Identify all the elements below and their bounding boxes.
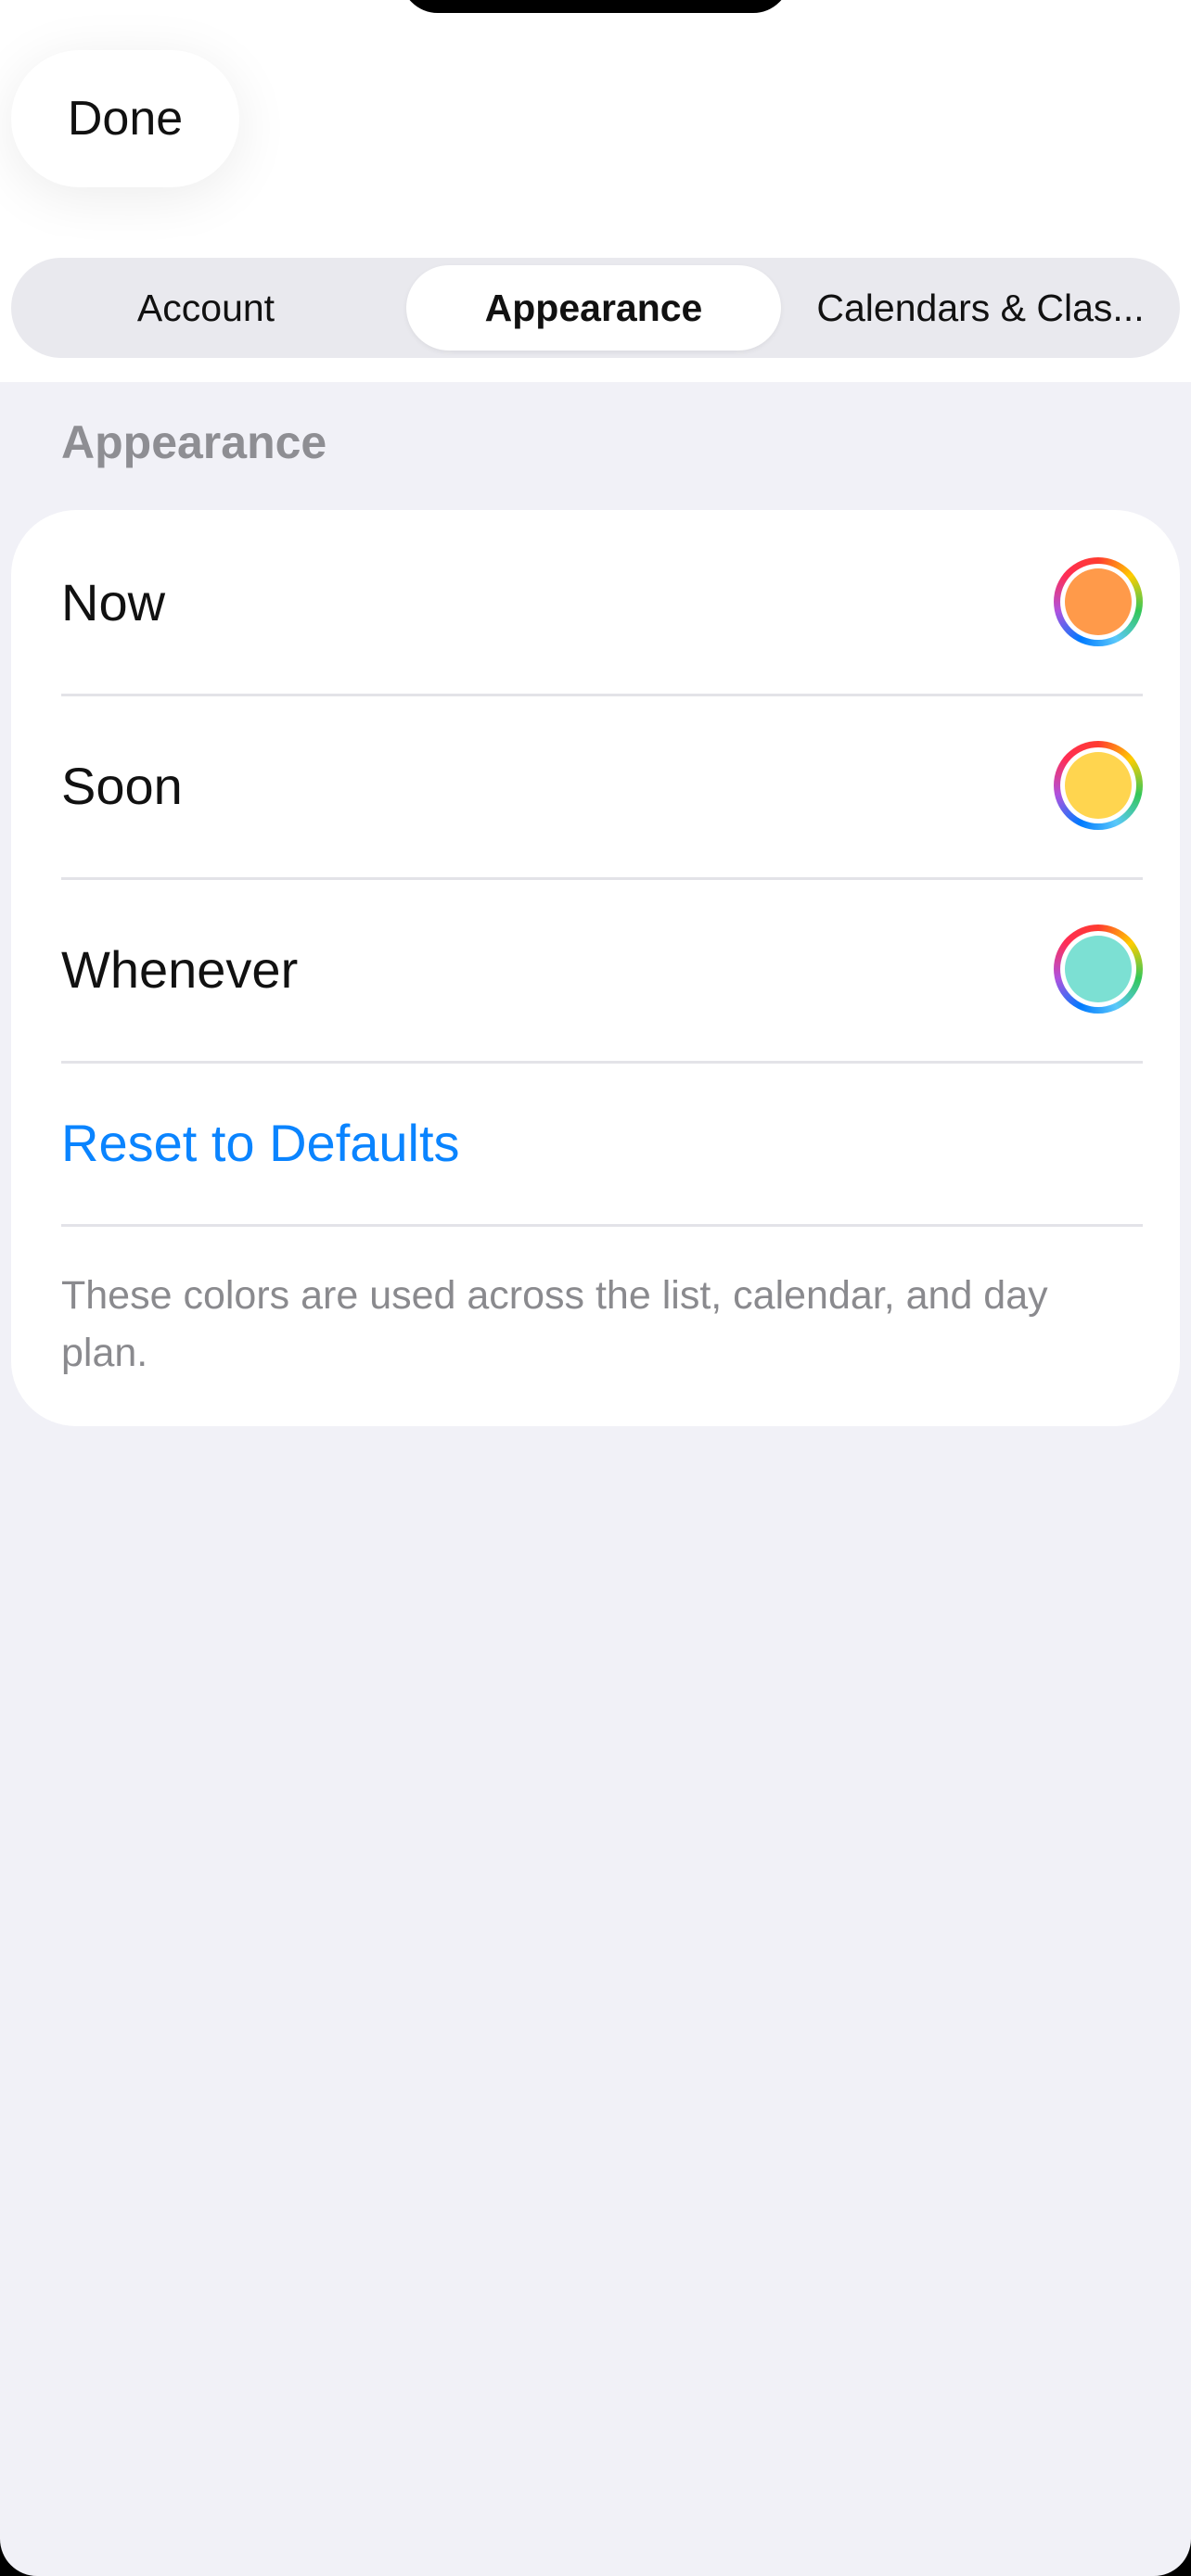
settings-tabs: Account Appearance Calendars & Clas...	[11, 258, 1180, 358]
color-row-whenever[interactable]: Whenever	[61, 877, 1143, 1061]
dynamic-island	[401, 0, 790, 13]
appearance-card: Now Soon Whenever Reset to Defaults Thes…	[11, 510, 1180, 1426]
color-picker-now[interactable]	[1054, 557, 1143, 646]
color-swatch-now	[1065, 568, 1132, 635]
color-swatch-whenever	[1065, 936, 1132, 1002]
row-label-now: Now	[61, 572, 166, 631]
color-picker-whenever[interactable]	[1054, 925, 1143, 1014]
divider	[61, 1224, 1143, 1227]
section-title: Appearance	[61, 416, 327, 468]
footnote-text: These colors are used across the list, c…	[61, 1273, 1048, 1375]
row-label-soon: Soon	[61, 756, 183, 815]
color-swatch-soon	[1065, 752, 1132, 819]
screen-corner	[0, 2502, 74, 2576]
color-picker-soon[interactable]	[1054, 741, 1143, 830]
tab-calendars[interactable]: Calendars & Clas...	[790, 265, 1171, 351]
row-label-whenever: Whenever	[61, 939, 299, 999]
color-row-now[interactable]: Now	[61, 510, 1143, 694]
color-row-soon[interactable]: Soon	[61, 694, 1143, 877]
tab-account[interactable]: Account	[11, 265, 401, 351]
reset-to-defaults-button[interactable]: Reset to Defaults	[61, 1061, 460, 1224]
screen-corner	[1117, 2502, 1191, 2576]
done-button[interactable]: Done	[11, 50, 239, 187]
top-bar: Done Account Appearance Calendars & Clas…	[0, 0, 1191, 382]
tab-appearance[interactable]: Appearance	[406, 265, 781, 351]
settings-screen: Done Account Appearance Calendars & Clas…	[0, 0, 1191, 2576]
